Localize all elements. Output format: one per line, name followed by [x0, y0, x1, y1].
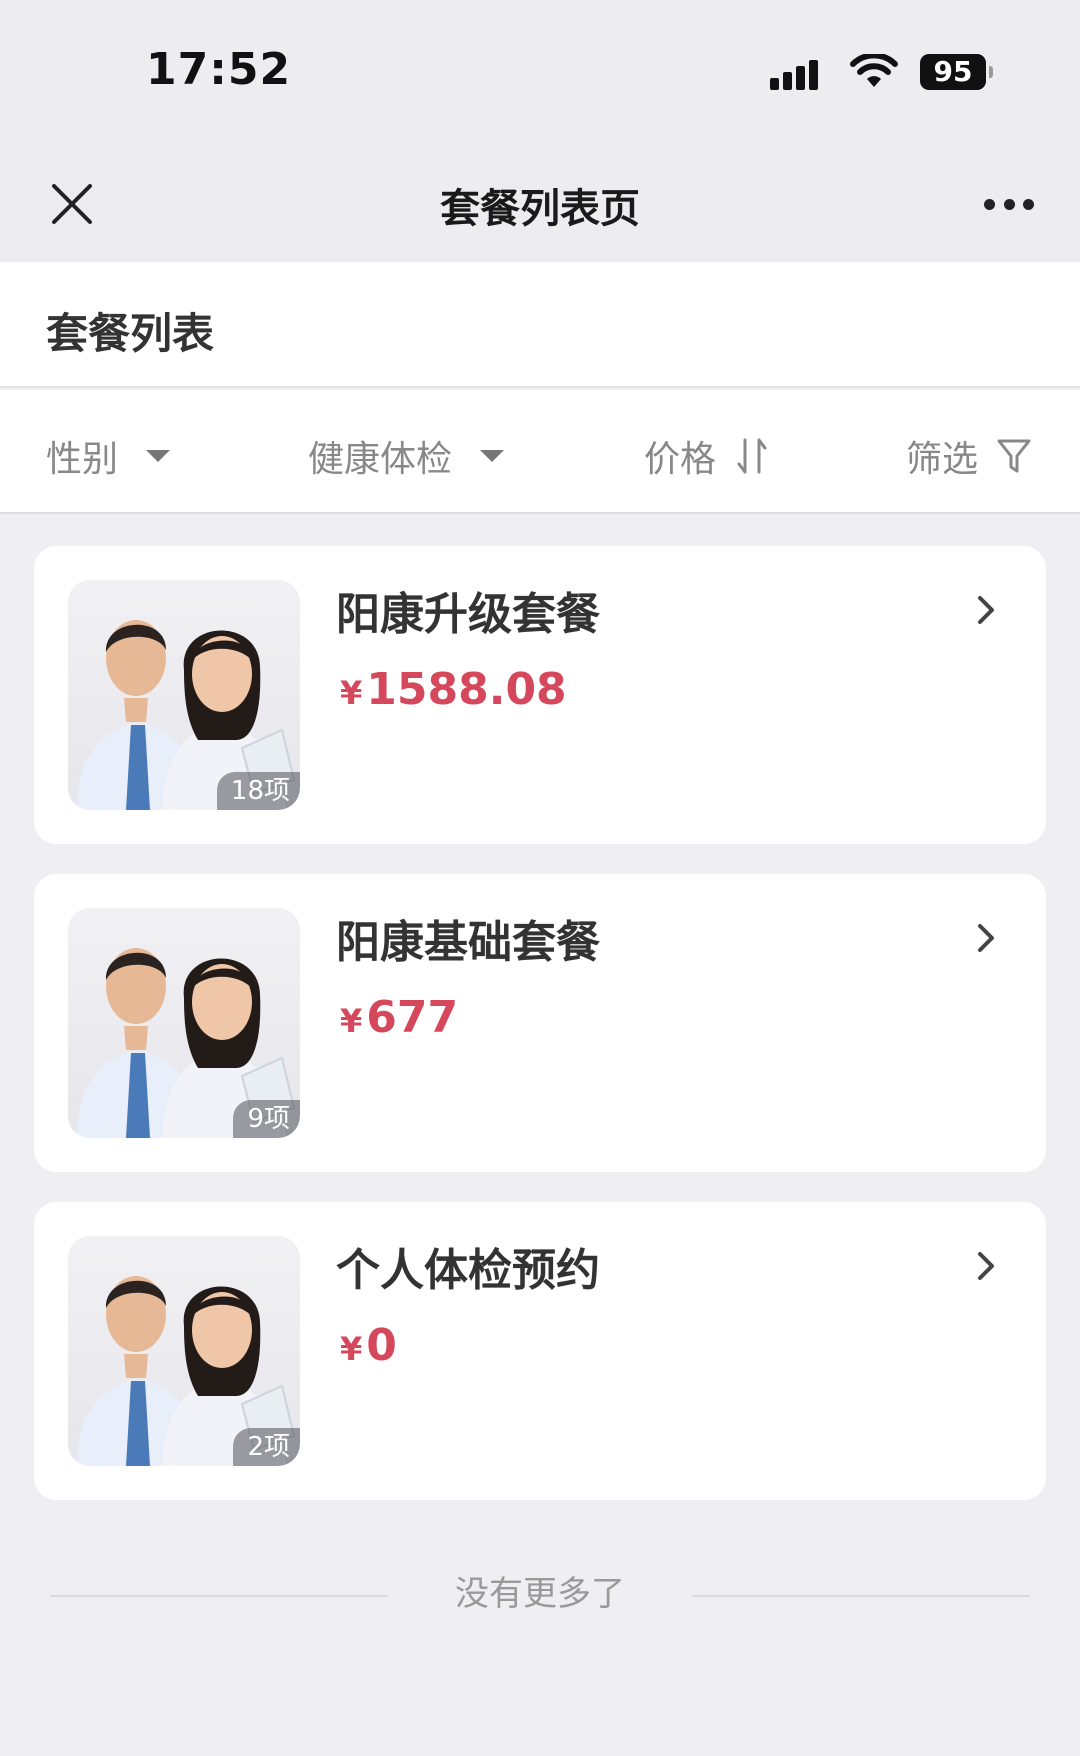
- chevron-right-icon: [978, 596, 994, 624]
- filter-price-sort[interactable]: 价格: [644, 430, 770, 482]
- caret-down-icon: [146, 450, 171, 462]
- end-of-list: 没有更多了: [0, 1566, 1080, 1616]
- wifi-icon: [850, 54, 898, 87]
- filter-bar: 性别 健康体检 价格 筛选: [0, 390, 1080, 514]
- section-header: 套餐列表: [0, 262, 1080, 388]
- status-bar: 17:52 95: [0, 0, 1080, 140]
- currency-symbol: ¥: [340, 1002, 363, 1040]
- filter-label: 价格: [644, 439, 717, 480]
- package-title: 阳康基础套餐: [336, 917, 600, 968]
- filter-icon: [997, 439, 1031, 473]
- chevron-right-icon: [978, 1252, 994, 1280]
- end-of-list-text: 没有更多了: [455, 1574, 625, 1614]
- package-price: ¥ 1588.08: [340, 664, 567, 715]
- status-time: 17:52: [146, 44, 292, 95]
- price-value: 677: [366, 992, 459, 1043]
- package-thumbnail: 9项: [68, 908, 300, 1138]
- package-title: 阳康升级套餐: [336, 589, 600, 640]
- sort-icon: [737, 438, 767, 474]
- currency-symbol: ¥: [340, 1330, 363, 1368]
- price-value: 0: [366, 1320, 397, 1371]
- filter-gender[interactable]: 性别: [46, 430, 171, 482]
- status-icons: 95: [770, 50, 993, 94]
- item-count-badge: 18项: [216, 772, 300, 810]
- filter-category[interactable]: 健康体检: [308, 430, 505, 482]
- package-thumbnail: 18项: [68, 580, 300, 810]
- package-price: ¥ 0: [340, 1320, 397, 1371]
- currency-symbol: ¥: [340, 674, 363, 712]
- item-count-badge: 9项: [233, 1100, 300, 1138]
- battery-icon: 95: [920, 54, 993, 90]
- package-title: 个人体检预约: [336, 1245, 600, 1296]
- package-price: ¥ 677: [340, 992, 458, 1043]
- chevron-right-icon: [978, 924, 994, 952]
- filter-label: 性别: [46, 439, 119, 480]
- section-title: 套餐列表: [46, 309, 215, 358]
- page-title: 套餐列表页: [440, 186, 640, 232]
- filter-label: 筛选: [906, 439, 979, 480]
- package-card[interactable]: 18项 阳康升级套餐 ¥ 1588.08: [34, 546, 1046, 844]
- caret-down-icon: [480, 450, 505, 462]
- more-dots-icon[interactable]: [984, 196, 1034, 212]
- filter-advanced[interactable]: 筛选: [906, 430, 1032, 482]
- package-thumbnail: 2项: [68, 1236, 300, 1466]
- package-card[interactable]: 9项 阳康基础套餐 ¥ 677: [34, 874, 1046, 1172]
- item-count-badge: 2项: [233, 1428, 300, 1466]
- package-card[interactable]: 2项 个人体检预约 ¥ 0: [34, 1202, 1046, 1500]
- cellular-signal-icon: [770, 54, 828, 90]
- price-value: 1588.08: [366, 664, 567, 715]
- navigation-bar: 套餐列表页: [0, 140, 1080, 262]
- filter-label: 健康体检: [308, 439, 453, 480]
